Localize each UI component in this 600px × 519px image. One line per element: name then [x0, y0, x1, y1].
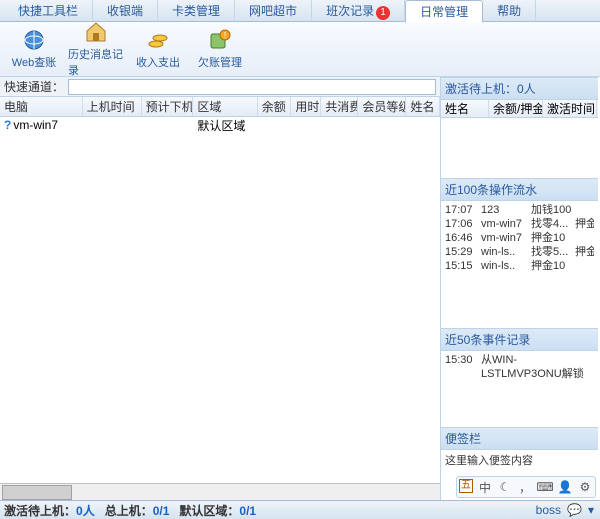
status-left: 激活待上机：0人 总上机：0/1 默认区域：0/1 [4, 502, 256, 519]
activate-body [441, 118, 598, 178]
status-zone-value: 0/1 [239, 504, 256, 518]
event-row: 15:30从WIN-LSTLMVP3ONU解锁 [445, 353, 594, 381]
activate-count: 0人 [517, 82, 536, 96]
quick-label: 快速通道： [4, 78, 64, 95]
column-header[interactable]: 预计下机 [142, 97, 194, 116]
toolbar-button-2[interactable]: 收入支出 [130, 26, 186, 72]
status-wait-value: 0人 [76, 504, 95, 518]
column-header[interactable]: 会员等级 [358, 97, 406, 116]
status-bar: 激活待上机：0人 总上机：0/1 默认区域：0/1 [0, 500, 600, 519]
toolbar-label: 历史消息记录 [68, 46, 124, 78]
toolbar-button-1[interactable]: 历史消息记录 [68, 26, 124, 72]
chat-icon[interactable]: 💬 [567, 503, 582, 517]
tray-icon-3[interactable]: ⌨ [537, 479, 553, 495]
system-tray: 五中☾，⌨👤⚙ [456, 476, 596, 498]
events-panel-header: 近50条事件记录 [441, 328, 598, 351]
question-icon: ? [4, 118, 11, 132]
tray-icon-2[interactable]: ， [517, 479, 533, 495]
globe-icon [22, 28, 46, 52]
cell-zone: 默认区域 [193, 117, 257, 134]
right-pane: 激活待上机：0人 姓名余额/押金激活时间 近100条操作流水 17:07123加… [441, 77, 598, 500]
flow-row: 15:15win-ls..押金10 [445, 259, 594, 273]
tray-icon-0[interactable]: 中 [477, 479, 493, 495]
status-user: boss [536, 503, 561, 517]
horizontal-scrollbar[interactable] [0, 483, 440, 500]
home-icon [84, 20, 108, 44]
menu-item-6[interactable]: 帮助 [483, 0, 536, 21]
activate-title: 激活待上机： [445, 82, 517, 96]
activate-column[interactable]: 姓名 [441, 100, 489, 117]
activate-column[interactable]: 激活时间 [543, 100, 597, 117]
column-header[interactable]: 共消费 [321, 97, 358, 116]
toolbar-label: 欠账管理 [198, 54, 242, 70]
svg-text:!: ! [224, 31, 226, 40]
column-header[interactable]: 用时 [291, 97, 321, 116]
menu-item-2[interactable]: 卡类管理 [158, 0, 235, 21]
menu-bar: 快捷工具栏收银端卡类管理网吧超市班次记录1日常管理帮助 [0, 0, 600, 22]
toolbar-label: Web查账 [12, 54, 56, 70]
status-zone-label: 默认区域： [179, 504, 239, 518]
column-header[interactable]: 区域 [193, 97, 257, 116]
activate-panel-header: 激活待上机：0人 [441, 77, 598, 100]
scroll-thumb[interactable] [2, 485, 72, 500]
toolbar-button-0[interactable]: Web查账 [6, 26, 62, 72]
cell-pc: ?vm-win7 [0, 118, 83, 132]
quick-input[interactable] [68, 79, 436, 95]
menu-item-0[interactable]: 快捷工具栏 [4, 0, 93, 21]
grid-body[interactable]: ?vm-win7 默认区域 [0, 117, 440, 483]
status-wait-label: 激活待上机： [4, 504, 76, 518]
column-header[interactable]: 余额 [258, 97, 292, 116]
flow-body: 17:07123加钱10017:06vm-win7找零4...押金1016:46… [441, 201, 598, 291]
coins-icon [146, 28, 170, 52]
warn-icon: ! [208, 28, 232, 52]
main-area: 快速通道： 电脑上机时间预计下机区域余额用时共消费会员等级姓名 ?vm-win7… [0, 77, 600, 500]
status-right: boss 💬 ▾ [536, 503, 594, 517]
menu-item-1[interactable]: 收银端 [93, 0, 158, 21]
flow-row: 16:46vm-win7押金10 [445, 231, 594, 245]
events-body: 15:30从WIN-LSTLMVP3ONU解锁 [441, 351, 598, 427]
status-online-value: 0/1 [153, 504, 170, 518]
activate-columns: 姓名余额/押金激活时间 [441, 100, 598, 118]
left-pane: 快速通道： 电脑上机时间预计下机区域余额用时共消费会员等级姓名 ?vm-win7… [0, 77, 441, 500]
tray-icon-1[interactable]: ☾ [497, 479, 513, 495]
dropdown-icon[interactable]: ▾ [588, 503, 594, 517]
tray-icon-4[interactable]: 👤 [557, 479, 573, 495]
table-row[interactable]: ?vm-win7 默认区域 [0, 117, 440, 133]
menu-item-4[interactable]: 班次记录1 [312, 0, 405, 22]
column-header[interactable]: 姓名 [406, 97, 440, 116]
grid-header: 电脑上机时间预计下机区域余额用时共消费会员等级姓名 [0, 97, 440, 117]
column-header[interactable]: 上机时间 [83, 97, 142, 116]
badge-icon: 1 [376, 6, 390, 20]
ime-lang-icon[interactable]: 五 [459, 479, 473, 493]
toolbar-label: 收入支出 [136, 54, 180, 70]
flow-row: 17:06vm-win7找零4...押金10 [445, 217, 594, 231]
sticky-panel-header: 便签栏 [441, 427, 598, 450]
flow-panel-header: 近100条操作流水 [441, 178, 598, 201]
menu-item-5[interactable]: 日常管理 [405, 0, 483, 23]
flow-row: 17:07123加钱100 [445, 203, 594, 217]
column-header[interactable]: 电脑 [0, 97, 83, 116]
flow-row: 15:29win-ls..找零5...押金10 [445, 245, 594, 259]
activate-column[interactable]: 余额/押金 [489, 100, 543, 117]
quick-access-bar: 快速通道： [0, 77, 440, 97]
toolbar-button-3[interactable]: ! 欠账管理 [192, 26, 248, 72]
tray-icon-5[interactable]: ⚙ [577, 479, 593, 495]
status-online-label: 总上机： [105, 504, 153, 518]
toolbar: Web查账历史消息记录收入支出! 欠账管理 [0, 22, 600, 77]
menu-item-3[interactable]: 网吧超市 [235, 0, 312, 21]
